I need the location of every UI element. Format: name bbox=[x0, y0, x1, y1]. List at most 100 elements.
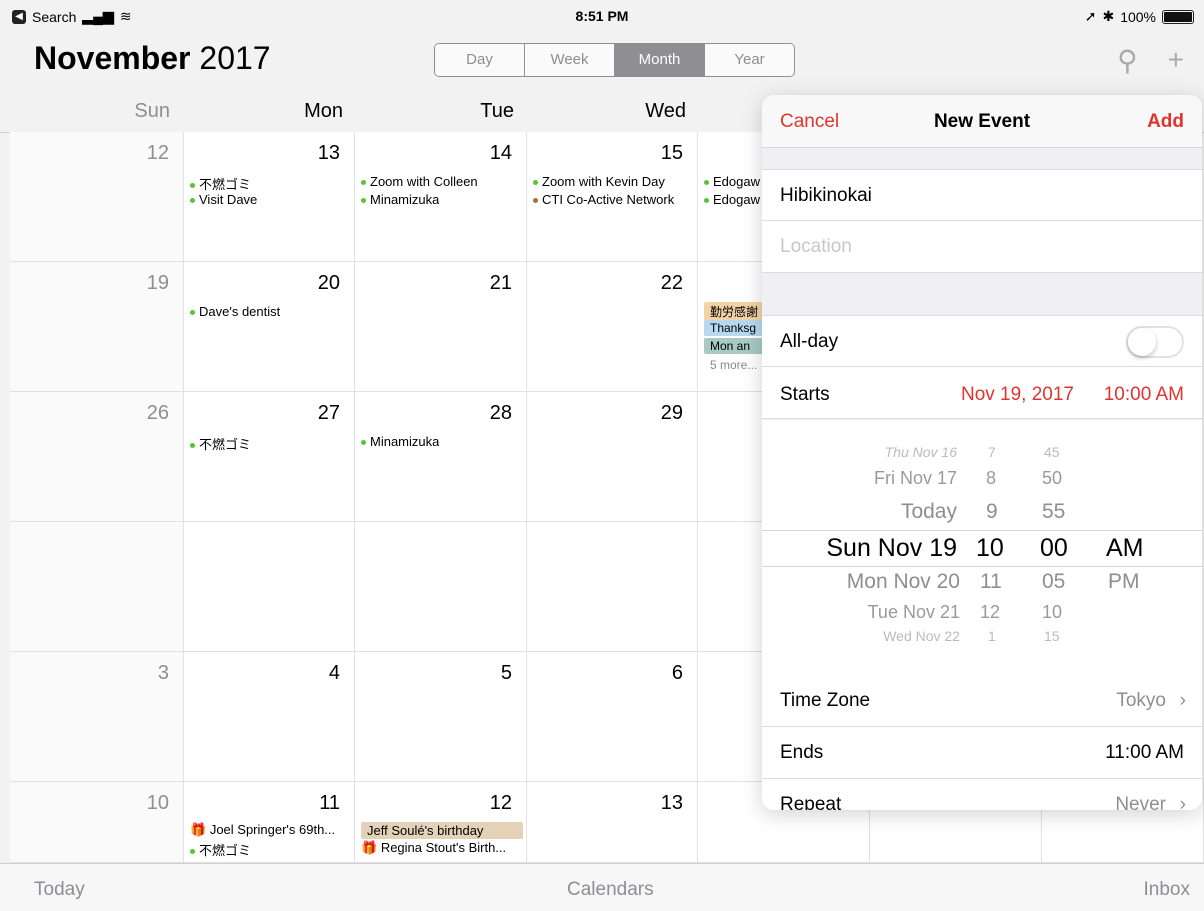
segment-month[interactable]: Month bbox=[615, 44, 705, 76]
event-item[interactable]: 🎁 Joel Springer's 69th... bbox=[190, 822, 348, 838]
event-item[interactable]: 不燃ゴミ bbox=[190, 434, 251, 453]
day-number: 22 bbox=[660, 272, 683, 294]
picker-minute[interactable]: 50 bbox=[1042, 468, 1062, 489]
segment-week[interactable]: Week bbox=[525, 44, 615, 76]
day-cell[interactable] bbox=[184, 522, 355, 652]
day-cell[interactable]: 29 bbox=[527, 392, 698, 522]
event-chip[interactable]: Jeff Soulé's birthday bbox=[361, 822, 523, 839]
more-events-link[interactable]: 5 more... bbox=[710, 358, 757, 372]
picker-hour[interactable]: 9 bbox=[986, 500, 998, 524]
event-item[interactable]: CTI Co-Active Network bbox=[533, 192, 674, 207]
location-field[interactable]: Location bbox=[762, 221, 1202, 273]
day-cell[interactable]: 4 bbox=[184, 652, 355, 782]
picker-minute[interactable]: 45 bbox=[1044, 444, 1060, 460]
event-item[interactable]: Zoom with Colleen bbox=[361, 174, 478, 189]
timezone-value[interactable]: Tokyo bbox=[1116, 690, 1166, 712]
today-button[interactable]: Today bbox=[34, 879, 85, 901]
new-event-popover: Cancel New Event Add Hibikinokai Locatio… bbox=[762, 95, 1202, 810]
picker-minute-selected[interactable]: 00 bbox=[1040, 534, 1068, 563]
day-cell[interactable] bbox=[355, 522, 527, 652]
picker-date[interactable]: Mon Nov 20 bbox=[847, 570, 960, 594]
day-cell[interactable]: 14 Zoom with Colleen Minamizuka bbox=[355, 132, 527, 262]
picker-hour-selected[interactable]: 10 bbox=[976, 534, 1004, 563]
starts-time[interactable]: 10:00 AM bbox=[1104, 384, 1184, 406]
repeat-row[interactable]: Repeat Never › bbox=[762, 779, 1202, 810]
event-item[interactable]: Visit Dave bbox=[190, 192, 257, 207]
event-item[interactable]: Minamizuka bbox=[361, 192, 439, 207]
view-segmented-control: Day Week Month Year bbox=[434, 43, 795, 77]
allday-toggle[interactable] bbox=[1126, 326, 1184, 358]
repeat-value[interactable]: Never bbox=[1115, 794, 1166, 810]
event-item[interactable]: Edogaw bbox=[704, 192, 762, 207]
day-cell[interactable]: 11 🎁 Joel Springer's 69th... 不燃ゴミ bbox=[184, 782, 355, 863]
picker-minute[interactable]: 55 bbox=[1042, 500, 1065, 524]
picker-date[interactable]: Fri Nov 17 bbox=[874, 468, 957, 489]
picker-hour[interactable]: 1 bbox=[988, 628, 996, 644]
event-item[interactable]: 🎁 Regina Stout's Birth... bbox=[361, 840, 519, 856]
picker-hour[interactable]: 11 bbox=[980, 570, 1002, 594]
day-cell[interactable]: 5 bbox=[355, 652, 527, 782]
event-chip[interactable]: 勤労感謝 bbox=[704, 302, 766, 321]
day-number: 13 bbox=[660, 792, 683, 814]
calendars-button[interactable]: Calendars bbox=[567, 879, 654, 901]
day-cell[interactable]: 13 不燃ゴミ Visit Dave bbox=[184, 132, 355, 262]
day-cell[interactable] bbox=[10, 522, 184, 652]
picker-hour[interactable]: 8 bbox=[986, 468, 996, 489]
picker-ampm[interactable]: PM bbox=[1108, 570, 1140, 594]
date-time-picker[interactable]: Thu Nov 16 Fri Nov 17 Today Sun Nov 19 M… bbox=[762, 420, 1202, 676]
location-placeholder[interactable]: Location bbox=[780, 236, 852, 258]
event-item[interactable]: Edogaw bbox=[704, 174, 762, 189]
ends-value[interactable]: 11:00 AM bbox=[1105, 742, 1184, 764]
picker-ampm-selected[interactable]: AM bbox=[1106, 534, 1144, 563]
search-icon[interactable]: ⚲ bbox=[1117, 44, 1138, 77]
picker-minute[interactable]: 05 bbox=[1042, 570, 1065, 594]
event-item[interactable]: 不燃ゴミ bbox=[190, 840, 251, 859]
picker-date[interactable]: Today bbox=[901, 500, 957, 524]
day-cell[interactable]: 20 Dave's dentist bbox=[184, 262, 355, 392]
ends-row[interactable]: Ends 11:00 AM bbox=[762, 727, 1202, 779]
weekday-wed: Wed bbox=[645, 100, 686, 122]
day-cell[interactable]: 6 bbox=[527, 652, 698, 782]
picker-date-selected[interactable]: Sun Nov 19 bbox=[826, 534, 957, 563]
event-item[interactable]: 不燃ゴミ bbox=[190, 174, 251, 193]
title-value[interactable]: Hibikinokai bbox=[780, 185, 872, 207]
picker-date[interactable]: Thu Nov 16 bbox=[885, 444, 957, 460]
day-cell[interactable]: 22 bbox=[527, 262, 698, 392]
event-item[interactable]: Dave's dentist bbox=[190, 304, 280, 319]
event-item[interactable]: Minamizuka bbox=[361, 434, 439, 449]
picker-hour[interactable]: 12 bbox=[980, 602, 1000, 623]
day-cell[interactable]: 28 Minamizuka bbox=[355, 392, 527, 522]
add-icon[interactable]: + bbox=[1168, 44, 1184, 77]
event-item[interactable]: Zoom with Kevin Day bbox=[533, 174, 665, 189]
day-cell[interactable]: 12 Jeff Soulé's birthday 🎁 Regina Stout'… bbox=[355, 782, 527, 863]
location-icon: ➚ bbox=[1084, 8, 1097, 24]
inbox-button[interactable]: Inbox bbox=[1144, 879, 1190, 901]
day-cell[interactable]: 13 bbox=[527, 782, 698, 863]
segment-day[interactable]: Day bbox=[435, 44, 525, 76]
starts-row[interactable]: Starts Nov 19, 2017 10:00 AM bbox=[762, 367, 1202, 419]
timezone-row[interactable]: Time Zone Tokyo › bbox=[762, 675, 1202, 727]
day-cell[interactable]: 12 bbox=[10, 132, 184, 262]
day-cell[interactable]: 10 bbox=[10, 782, 184, 863]
day-cell[interactable]: 19 bbox=[10, 262, 184, 392]
starts-date[interactable]: Nov 19, 2017 bbox=[961, 384, 1074, 406]
title-field[interactable]: Hibikinokai bbox=[762, 169, 1202, 221]
picker-date[interactable]: Wed Nov 22 bbox=[883, 628, 960, 644]
day-number: 20 bbox=[317, 272, 340, 294]
picker-minute[interactable]: 15 bbox=[1044, 628, 1060, 644]
day-cell[interactable]: 27 不燃ゴミ bbox=[184, 392, 355, 522]
day-cell[interactable]: 3 bbox=[10, 652, 184, 782]
segment-year[interactable]: Year bbox=[705, 44, 794, 76]
add-button[interactable]: Add bbox=[1147, 111, 1184, 133]
day-number: 3 bbox=[157, 662, 169, 684]
day-cell[interactable]: 26 bbox=[10, 392, 184, 522]
day-cell[interactable]: 15 Zoom with Kevin Day CTI Co-Active Net… bbox=[527, 132, 698, 262]
picker-hour[interactable]: 7 bbox=[988, 444, 996, 460]
day-cell[interactable] bbox=[527, 522, 698, 652]
day-number: 27 bbox=[317, 402, 340, 424]
event-chip[interactable]: Mon an bbox=[704, 338, 766, 354]
picker-date[interactable]: Tue Nov 21 bbox=[868, 602, 960, 623]
picker-minute[interactable]: 10 bbox=[1042, 602, 1062, 623]
day-cell[interactable]: 21 bbox=[355, 262, 527, 392]
event-chip[interactable]: Thanksg bbox=[704, 320, 766, 336]
